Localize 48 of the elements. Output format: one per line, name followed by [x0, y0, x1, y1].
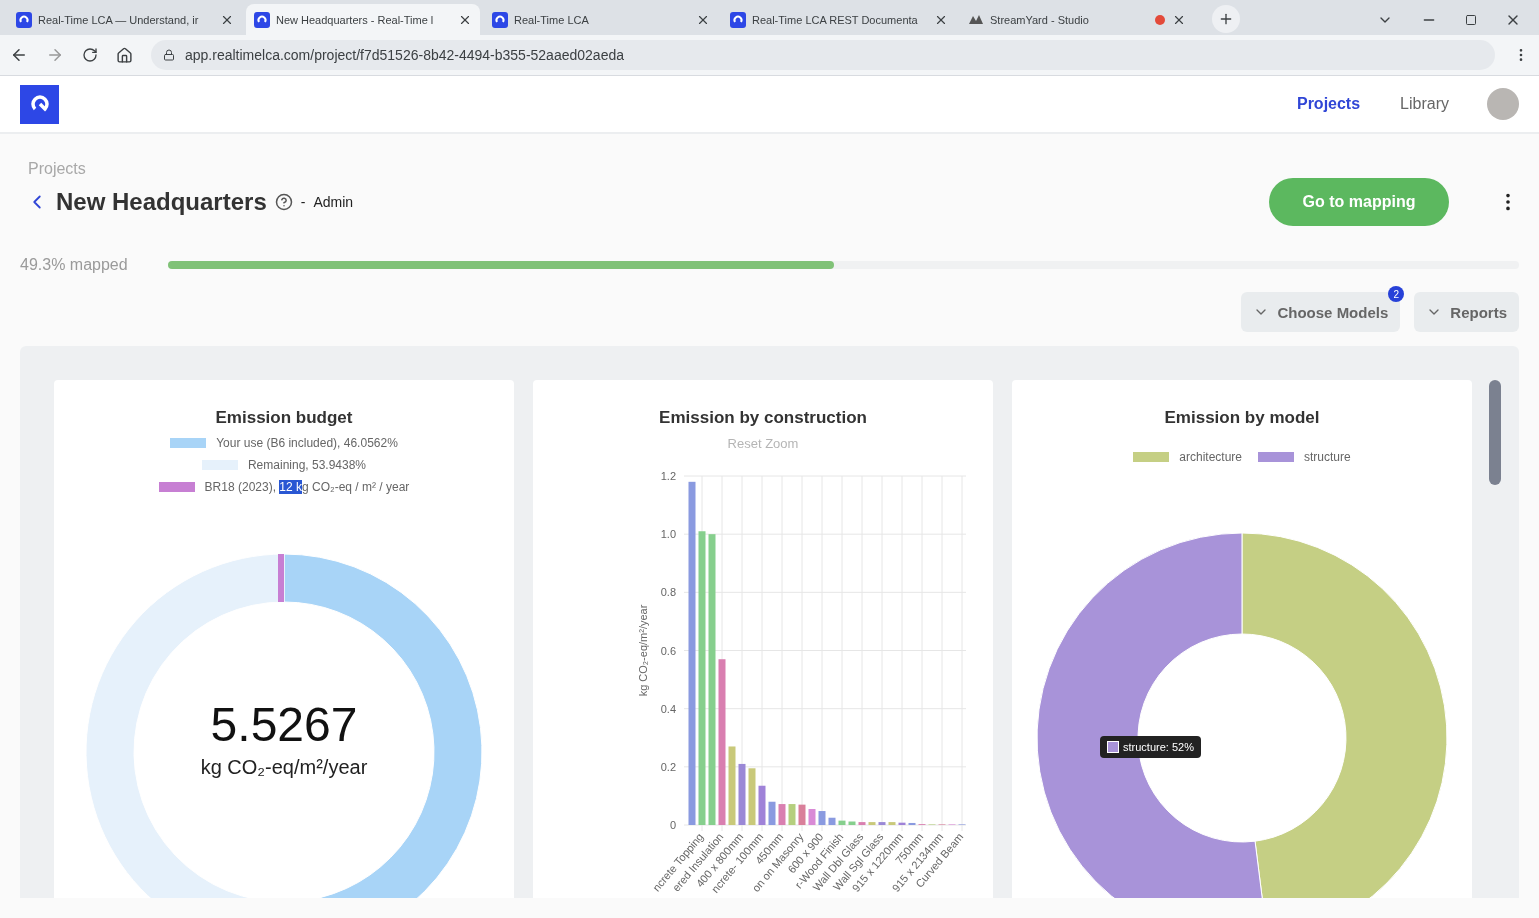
legend-label: Remaining, 53.9438% [247, 458, 367, 472]
browser-tab[interactable]: StreamYard - Studio [960, 4, 1194, 35]
back-icon[interactable] [10, 46, 28, 64]
role-separator: - [300, 194, 306, 210]
count-badge: 2 [1388, 286, 1405, 302]
y-tick-label: 0 [669, 819, 676, 831]
project-title: New Headquarters [56, 188, 267, 216]
forward-icon[interactable] [46, 46, 64, 64]
y-tick-label: 0.8 [660, 586, 676, 599]
new-tab-button[interactable] [1212, 5, 1240, 33]
app-favicon-icon [16, 11, 32, 28]
maximize-icon[interactable] [1465, 13, 1477, 26]
progress-label: 49.3% mapped [20, 256, 128, 274]
y-tick-label: 0.2 [660, 760, 676, 773]
browser-tab[interactable]: New Headquarters - Real-Time l [246, 4, 480, 35]
emission-unit: kg CO₂-eq/m²/year [200, 756, 368, 779]
chart-title: Emission by model [1164, 408, 1320, 428]
scrollbar-thumb[interactable] [1489, 380, 1501, 485]
browser-tab[interactable]: Real-Time LCA REST Documenta [722, 4, 956, 35]
home-icon[interactable] [116, 46, 133, 64]
plus-icon [1218, 11, 1234, 27]
address-bar[interactable]: app.realtimelca.com/project/f7d51526-8b42-4494-b355-52aaed02aeda [151, 40, 1495, 70]
lock-icon [163, 49, 175, 61]
chart-title: Emission budget [215, 408, 353, 428]
y-tick-label: 0.6 [660, 644, 676, 657]
nav-link[interactable]: Library [1400, 95, 1449, 113]
y-tick-label: 1.0 [660, 528, 676, 541]
app-favicon-icon [254, 11, 270, 28]
chart-title: Emission by construction [659, 408, 867, 428]
legend-label: structure [1304, 450, 1351, 464]
y-tick-label: 1.2 [660, 470, 676, 482]
app-favicon-icon [730, 11, 746, 28]
dropdown-button[interactable]: Reports [1414, 292, 1519, 332]
browser-tab[interactable]: Real-Time LCA [484, 4, 718, 35]
url-text: app.realtimelca.com/project/f7d51526-8b42-4494-b355-52aaed02aeda [185, 47, 624, 63]
y-tick-label: 0.4 [660, 702, 676, 715]
role-label: Admin [313, 194, 354, 210]
browser-tab[interactable]: Real-Time LCA — Understand, ir [8, 4, 242, 35]
nav-link[interactable]: Projects [1296, 95, 1361, 113]
app-favicon-icon [492, 11, 508, 28]
chart-tooltip: structure: 52% [1100, 736, 1201, 758]
emission-value: 5.5267 [210, 697, 358, 752]
app-logo-icon[interactable] [20, 84, 59, 124]
legend-label: Your use (B6 included), 46.0562% [216, 436, 398, 450]
reload-icon[interactable] [82, 47, 98, 63]
help-icon[interactable] [274, 193, 293, 211]
legend-label: architecture [1179, 450, 1242, 464]
y-axis-label: kg CO₂-eq/m²/year [637, 604, 649, 697]
